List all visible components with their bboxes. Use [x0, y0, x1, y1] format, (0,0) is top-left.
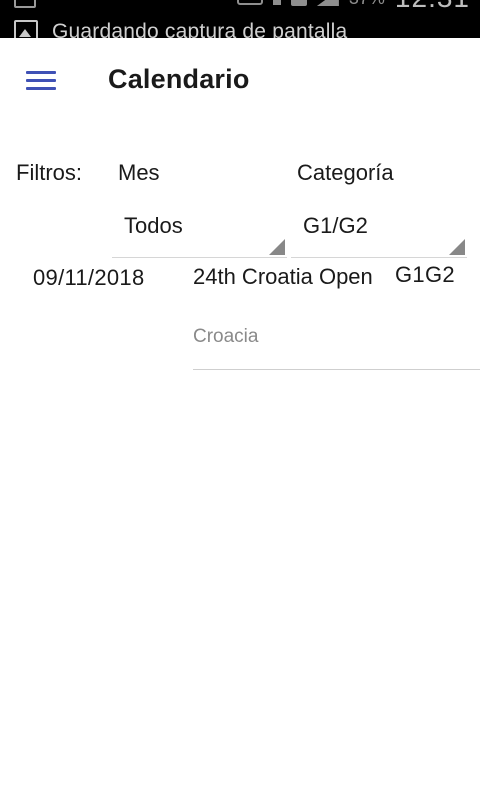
vibrate-icon: [236, 0, 263, 5]
dropdown-arrow-icon: [449, 239, 465, 255]
dropdown-arrow-icon: [269, 239, 285, 255]
data-arrows-icon: [272, 0, 281, 5]
month-dropdown-value: Todos: [124, 213, 183, 238]
event-date: 09/11/2018: [33, 265, 145, 290]
page-title: Calendario: [108, 64, 250, 94]
list-item[interactable]: 09/11/2018 24th Croatia Open Croacia G1G…: [0, 258, 480, 370]
filters-label: Filtros:: [16, 160, 82, 185]
category-dropdown-value: G1/G2: [303, 213, 368, 238]
notification-ticker-text: Guardando captura de pantalla: [52, 20, 348, 38]
clock: 12:31: [395, 0, 470, 14]
divider: [193, 369, 480, 370]
event-category: G1G2: [395, 262, 455, 287]
event-name: 24th Croatia Open: [193, 264, 373, 289]
month-dropdown[interactable]: Todos: [112, 204, 287, 258]
sim-icon: [290, 0, 307, 6]
category-filter-label: Categoría: [297, 160, 394, 185]
hamburger-menu-icon[interactable]: [26, 69, 56, 91]
signal-icon: [316, 0, 339, 6]
event-location: Croacia: [193, 326, 259, 347]
category-dropdown[interactable]: G1/G2: [291, 204, 467, 258]
image-icon: [14, 20, 38, 38]
screen: 37% 12:31 Guardando captura de pantalla …: [0, 0, 480, 800]
app-bar: Calendario: [0, 38, 480, 124]
battery-percent: 37%: [349, 0, 385, 9]
status-bar: 37% 12:31 Guardando captura de pantalla: [0, 0, 480, 38]
status-icons: 37% 12:31: [236, 0, 470, 13]
screenshot-notification-icon: [14, 0, 36, 8]
month-filter-label: Mes: [118, 160, 160, 185]
